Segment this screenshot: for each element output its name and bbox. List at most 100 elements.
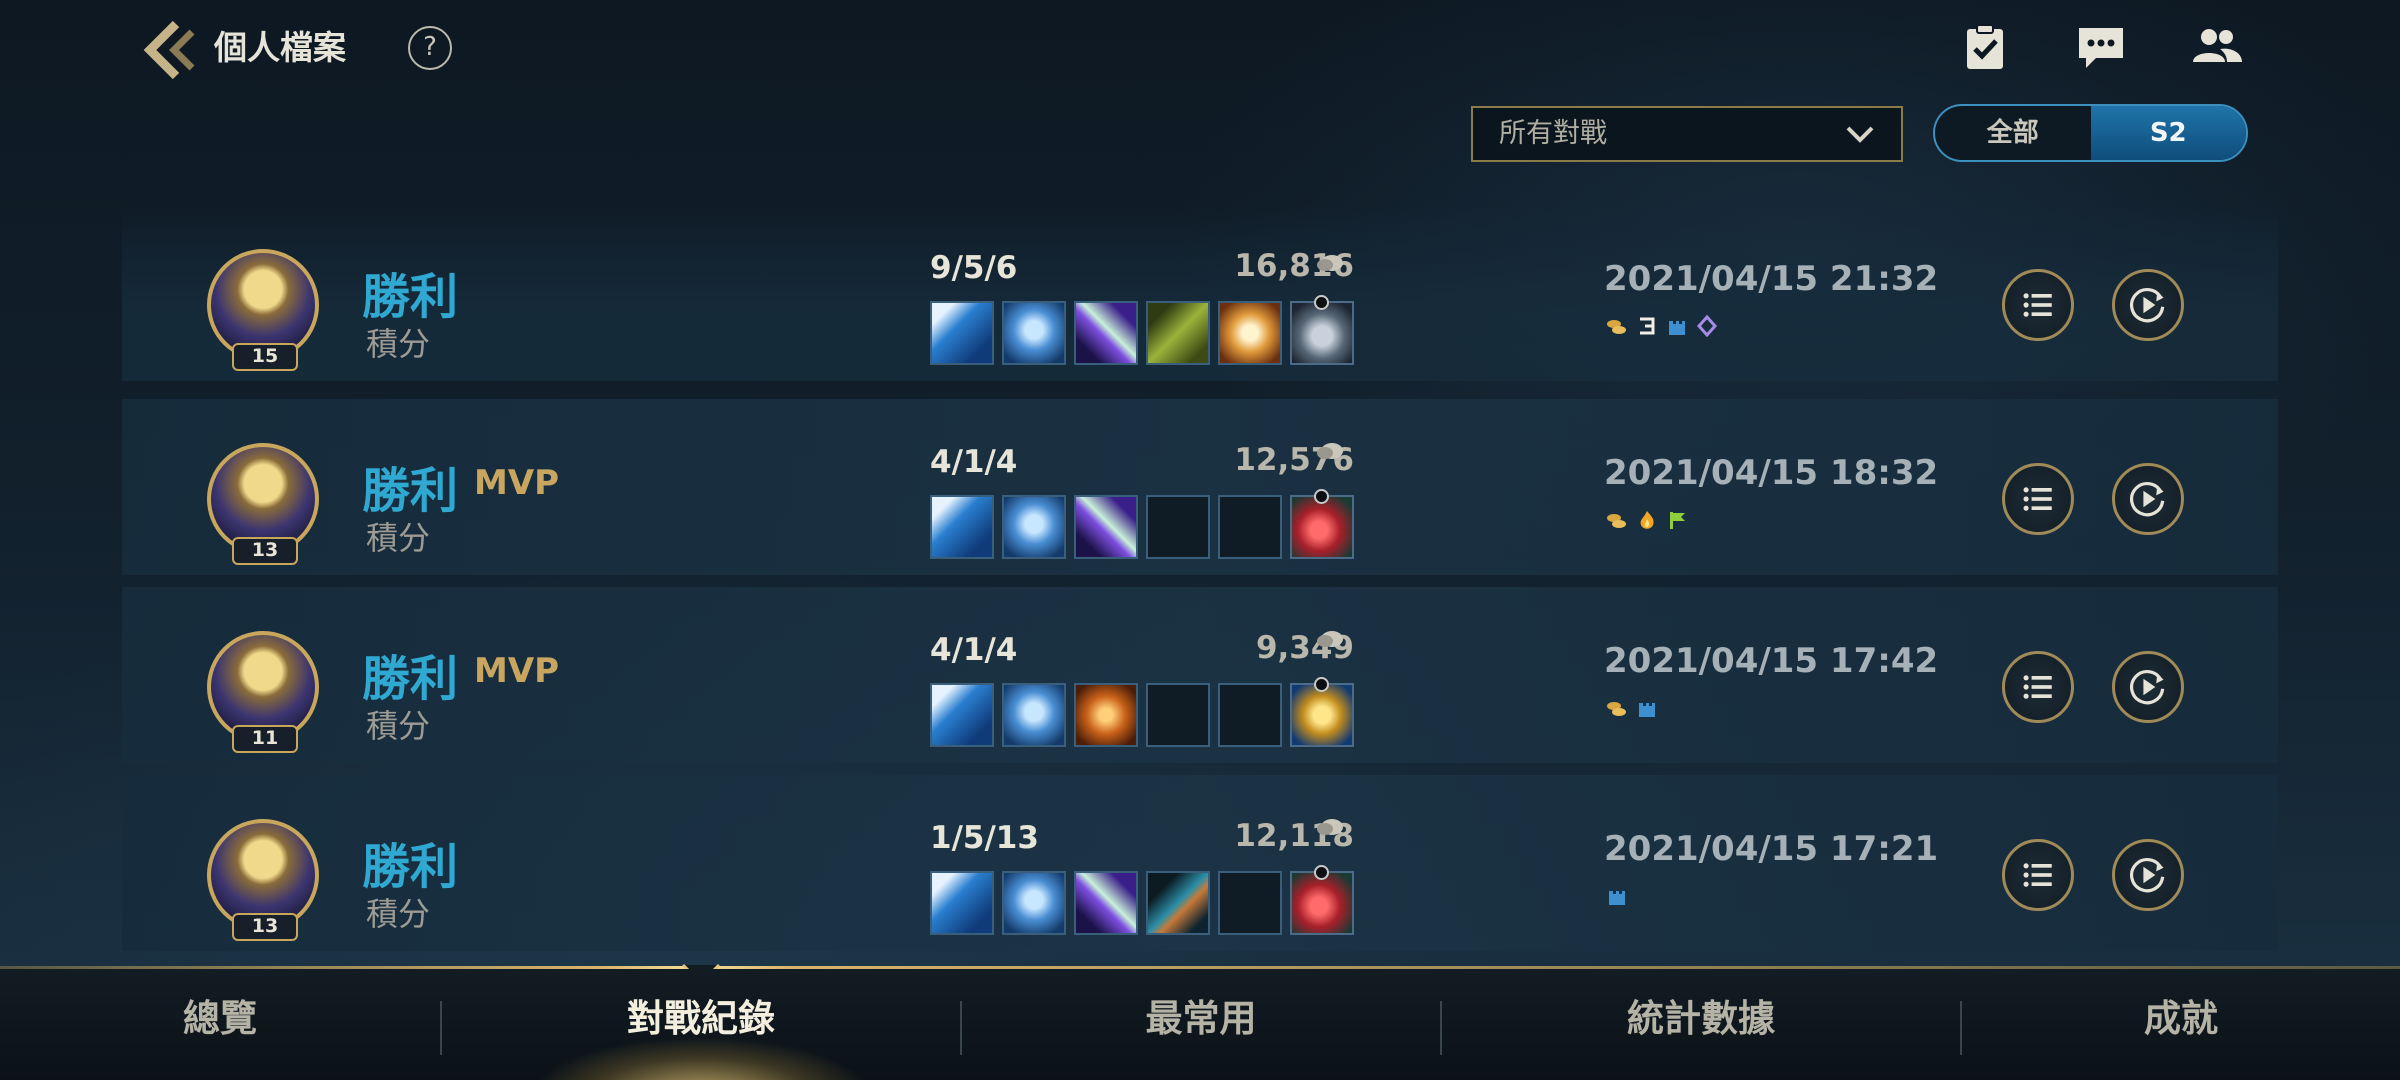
grey-beast-trinket xyxy=(1290,295,1354,365)
objective-icons xyxy=(1606,315,1718,337)
triple-kill-icon xyxy=(1640,317,1655,335)
kda: 9/5/6 xyxy=(930,250,1018,286)
chevron-down-icon xyxy=(1846,126,1874,143)
tower-icon xyxy=(1639,703,1655,717)
objective-icons xyxy=(1606,697,1658,719)
replay-button[interactable] xyxy=(2112,463,2184,535)
bottom-tab-bar: 總覽 對戰紀錄 最常用 統計數據 成就 xyxy=(0,969,2400,1080)
match-result: 勝利 xyxy=(362,269,459,325)
kda: 1/5/13 xyxy=(930,820,1039,856)
profile-match-history-screen: 個人檔案 ? 所有對戰 全部 S2 15 勝利 積分 9/5/6 16,816 … xyxy=(0,0,2400,1080)
replay-icon xyxy=(2130,669,2165,705)
lance-item xyxy=(930,495,994,559)
replay-icon xyxy=(2130,287,2165,323)
list-icon xyxy=(2023,487,2052,511)
kda: 4/1/4 xyxy=(930,444,1018,480)
purple-gem-icon xyxy=(1696,315,1718,337)
trinket-slot-icon xyxy=(1314,295,1329,310)
objective-icons xyxy=(1606,509,1688,531)
match-mode: 積分 xyxy=(366,519,431,557)
replay-icon xyxy=(2130,857,2165,893)
match-details-button[interactable] xyxy=(2002,463,2074,535)
gold-icon xyxy=(1317,255,1343,271)
golden-wings-item xyxy=(1218,301,1282,365)
empty-item-slot xyxy=(1218,495,1282,559)
lance-item xyxy=(930,871,994,935)
red-boot-trinket xyxy=(1290,489,1354,559)
mvp-badge: MVP xyxy=(474,651,560,691)
match-details-button[interactable] xyxy=(2002,839,2074,911)
replay-button[interactable] xyxy=(2112,269,2184,341)
match-datetime: 2021/04/15 18:32 xyxy=(1604,453,1939,493)
back-button[interactable] xyxy=(142,20,206,80)
match-details-button[interactable] xyxy=(2002,269,2074,341)
match-row[interactable]: 13 勝利 積分 1/5/13 12,118 2021/04/15 17:21 xyxy=(122,775,2278,951)
season-option-all[interactable]: 全部 xyxy=(1935,106,2091,160)
list-icon xyxy=(2023,675,2052,699)
tab-overview[interactable]: 總覽 xyxy=(0,969,440,1080)
frost-gauntlet-item xyxy=(1002,495,1066,559)
gold-icon xyxy=(1317,443,1343,459)
missions-clipboard-icon[interactable] xyxy=(1958,22,2012,72)
kda: 4/1/4 xyxy=(930,632,1018,668)
empty-item-slot xyxy=(1146,683,1210,747)
match-row[interactable]: 15 勝利 積分 9/5/6 16,816 2021/04/15 21:32 xyxy=(122,205,2278,381)
friends-icon[interactable] xyxy=(2190,22,2244,72)
champion-level-badge: 13 xyxy=(232,537,298,565)
list-icon xyxy=(2023,293,2052,317)
match-mode: 積分 xyxy=(366,707,431,745)
replay-icon xyxy=(2130,481,2165,517)
tower-icon xyxy=(1669,321,1685,335)
teal-arrow-item xyxy=(1146,871,1210,935)
match-history-list[interactable]: 15 勝利 積分 9/5/6 16,816 2021/04/15 21:32 1… xyxy=(122,205,2278,965)
tab-statistics[interactable]: 統計數據 xyxy=(1442,969,1960,1080)
back-arrow-icon xyxy=(143,20,195,80)
season-toggle[interactable]: 全部 S2 xyxy=(1933,104,2248,162)
trinket-slot-icon xyxy=(1314,865,1329,880)
page-title: 個人檔案 xyxy=(214,28,346,67)
tab-most-played[interactable]: 最常用 xyxy=(962,969,1440,1080)
frost-gauntlet-item xyxy=(1002,683,1066,747)
gold-coins-icon xyxy=(1607,702,1626,716)
match-row[interactable]: 13 勝利 MVP 積分 4/1/4 12,576 2021/04/15 18:… xyxy=(122,399,2278,575)
item-build xyxy=(930,295,1354,365)
fire-icon xyxy=(1640,511,1654,529)
trinket-slot-icon xyxy=(1314,677,1329,692)
purple-blade-item xyxy=(1074,301,1138,365)
replay-button[interactable] xyxy=(2112,839,2184,911)
golden-hourglass-trinket xyxy=(1290,677,1354,747)
trinket-slot-icon xyxy=(1314,489,1329,504)
match-type-dropdown[interactable]: 所有對戰 xyxy=(1471,106,1903,162)
match-details-button[interactable] xyxy=(2002,651,2074,723)
empty-item-slot xyxy=(1218,683,1282,747)
red-boot-trinket xyxy=(1290,865,1354,935)
gold-icon xyxy=(1317,819,1343,835)
help-icon[interactable]: ? xyxy=(408,26,452,70)
objective-icons xyxy=(1606,885,1628,907)
match-mode: 積分 xyxy=(366,325,431,363)
chat-icon[interactable] xyxy=(2074,22,2128,72)
match-type-selected: 所有對戰 xyxy=(1499,118,1607,149)
tab-match-history[interactable]: 對戰紀錄 xyxy=(442,969,960,1080)
gold-icon xyxy=(1317,631,1343,647)
frost-gauntlet-item xyxy=(1002,301,1066,365)
item-build xyxy=(930,677,1354,747)
green-crossbow-item xyxy=(1146,301,1210,365)
empty-item-slot xyxy=(1146,495,1210,559)
frost-gauntlet-item xyxy=(1002,871,1066,935)
match-datetime: 2021/04/15 21:32 xyxy=(1604,259,1939,299)
replay-button[interactable] xyxy=(2112,651,2184,723)
list-icon xyxy=(2023,863,2052,887)
purple-blade-item xyxy=(1074,495,1138,559)
match-row[interactable]: 11 勝利 MVP 積分 4/1/4 9,349 2021/04/15 17:4… xyxy=(122,587,2278,763)
lance-item xyxy=(930,683,994,747)
match-result: 勝利 xyxy=(362,463,459,519)
gold-coins-icon xyxy=(1607,514,1626,528)
empty-item-slot xyxy=(1218,871,1282,935)
flag-icon xyxy=(1670,512,1685,529)
match-result: 勝利 xyxy=(362,651,459,707)
season-option-s2[interactable]: S2 xyxy=(2090,106,2246,160)
lance-item xyxy=(930,301,994,365)
match-datetime: 2021/04/15 17:21 xyxy=(1604,829,1939,869)
tab-achievements[interactable]: 成就 xyxy=(1962,969,2400,1080)
